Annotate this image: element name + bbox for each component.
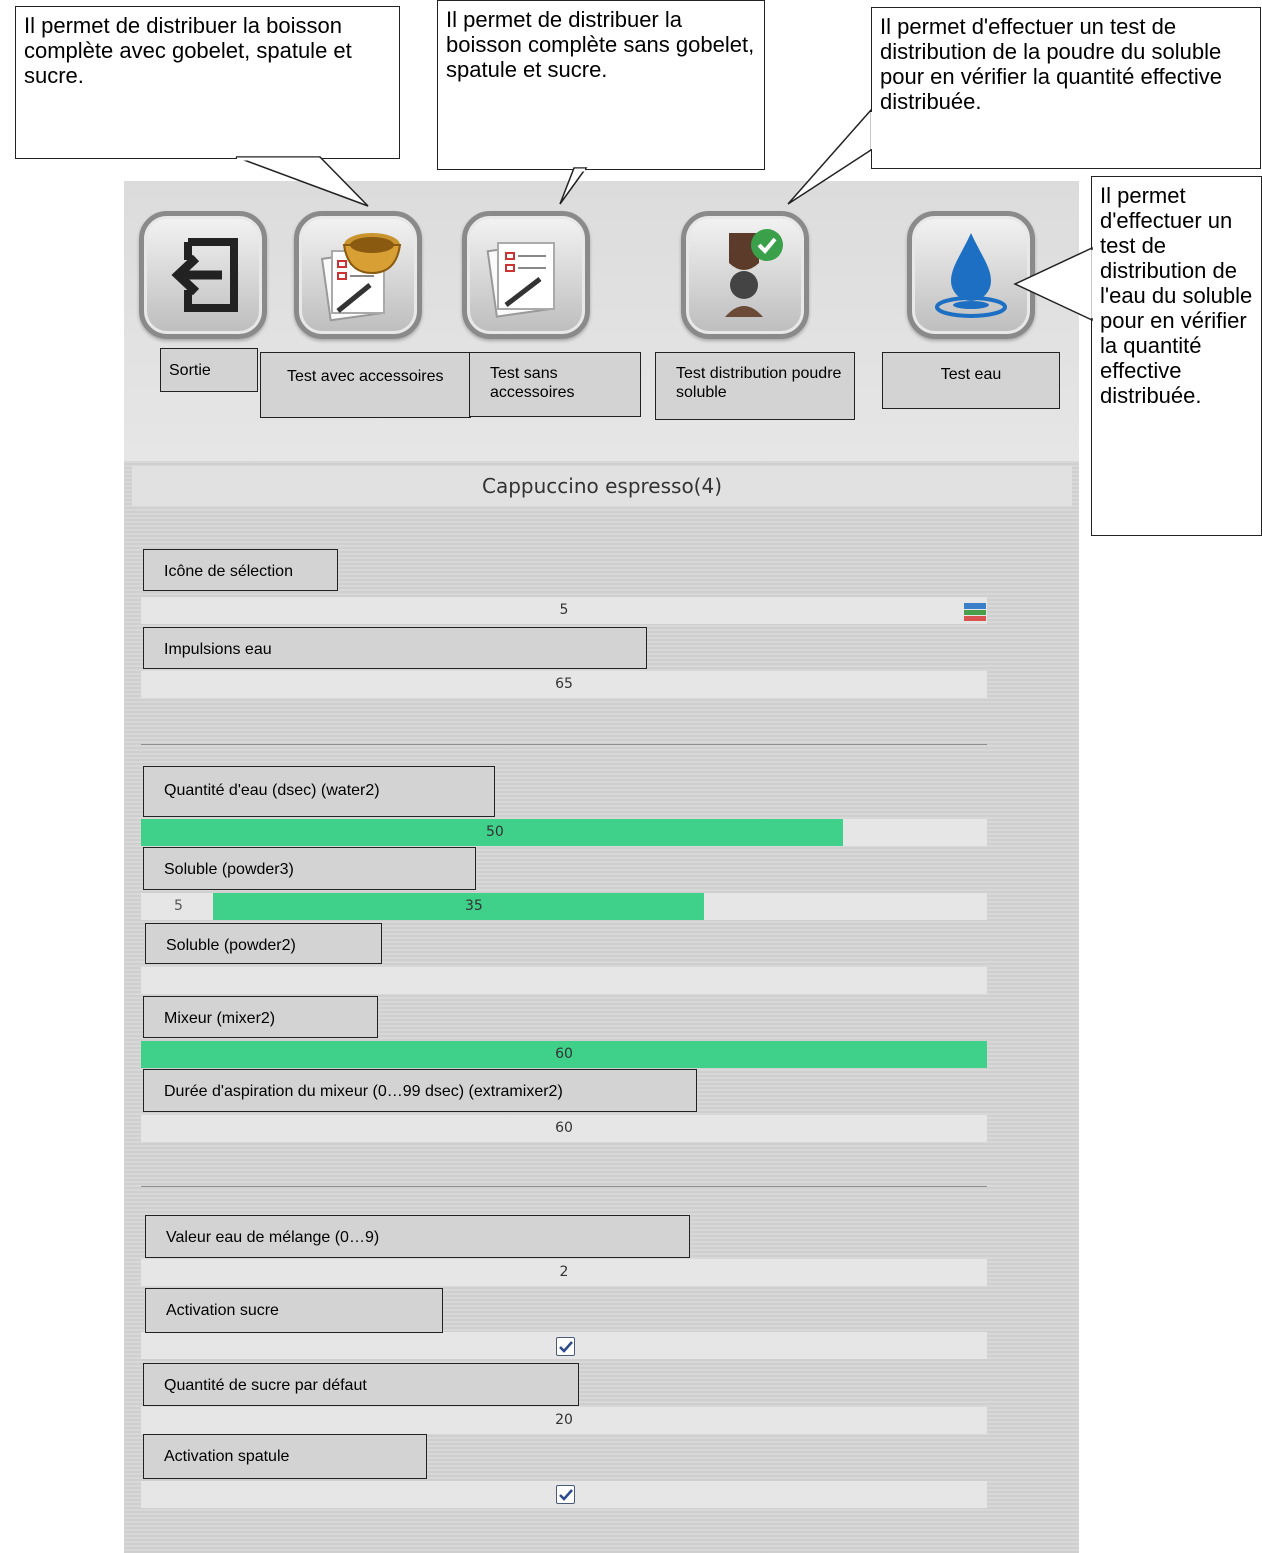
label-water-test: Test eau — [882, 352, 1060, 409]
water-quantity-slider[interactable]: 50 — [141, 819, 987, 846]
exit-icon — [158, 230, 248, 320]
label-water-pulses: Impulsions eau — [143, 627, 647, 669]
divider-2 — [141, 1186, 987, 1187]
powder2-slider[interactable] — [141, 967, 987, 994]
callout-water-test: Il permet d'effectuer un test de distrib… — [1091, 176, 1262, 536]
spatula-activation-checkbox[interactable] — [556, 1485, 575, 1504]
extramixer-value: 60 — [555, 1120, 573, 1136]
test-without-accessories-icon — [476, 225, 576, 325]
test-with-accessories-button[interactable] — [294, 211, 422, 339]
powder3-slider[interactable]: 5 35 — [141, 893, 987, 920]
powder-test-button[interactable] — [681, 211, 809, 339]
label-spatula-activation: Activation spatule — [143, 1434, 427, 1479]
label-icon-selection: Icône de sélection — [143, 549, 338, 591]
callout-powder-test: Il permet d'effectuer un test de distrib… — [871, 7, 1261, 169]
icon-selection-field[interactable]: 5 — [141, 597, 987, 624]
label-test-with-accessories: Test avec accessoires — [260, 352, 471, 418]
water-test-button[interactable] — [907, 211, 1035, 339]
powder-test-icon — [695, 225, 795, 325]
label-mix-water: Valeur eau de mélange (0…9) — [145, 1215, 690, 1258]
extramixer-field[interactable]: 60 — [141, 1115, 987, 1142]
label-powder2: Soluble (powder2) — [145, 923, 382, 964]
label-powder-test: Test distribution poudre soluble — [655, 352, 855, 420]
exit-button[interactable] — [139, 211, 267, 339]
label-mixer: Mixeur (mixer2) — [143, 996, 378, 1038]
test-with-accessories-icon — [308, 225, 408, 325]
mix-water-value: 2 — [559, 1264, 569, 1280]
powder3-value: 35 — [465, 898, 483, 914]
mixer-value: 60 — [555, 1046, 573, 1062]
label-exit: Sortie — [160, 348, 258, 392]
divider-1 — [141, 744, 987, 745]
powder3-start-value: 5 — [174, 898, 183, 914]
water-quantity-value: 50 — [486, 824, 504, 840]
callout-test-with-accessories: Il permet de distribuer la boisson compl… — [15, 6, 400, 159]
mixer-slider[interactable]: 60 — [141, 1041, 987, 1068]
water-pulses-value: 65 — [555, 676, 573, 692]
powder3-fill — [213, 893, 704, 920]
sugar-default-value: 20 — [555, 1412, 573, 1428]
icon-selection-value: 5 — [559, 602, 569, 618]
device-screen: Sortie Test avec accessoires Test sans a… — [124, 181, 1079, 1553]
label-sugar-default: Quantité de sucre par défaut — [143, 1363, 579, 1406]
checkbox-check-icon — [559, 1341, 573, 1353]
label-water-quantity: Quantité d'eau (dsec) (water2) — [143, 766, 495, 817]
sugar-default-field[interactable]: 20 — [141, 1407, 987, 1434]
screen-title: Cappuccino espresso(4) — [132, 466, 1072, 506]
water-pulses-field[interactable]: 65 — [141, 671, 987, 698]
water-drop-icon — [921, 225, 1021, 325]
label-test-without-accessories: Test sans accessoires — [469, 352, 641, 417]
callout-test-without-accessories: Il permet de distribuer la boisson compl… — [437, 0, 765, 170]
mix-water-field[interactable]: 2 — [141, 1259, 987, 1286]
test-without-accessories-button[interactable] — [462, 211, 590, 339]
sugar-activation-checkbox[interactable] — [556, 1337, 575, 1356]
color-stack-icon[interactable] — [964, 601, 986, 623]
label-extramixer: Durée d'aspiration du mixeur (0…99 dsec)… — [143, 1069, 697, 1112]
label-powder3: Soluble (powder3) — [143, 847, 476, 890]
label-sugar-activation: Activation sucre — [145, 1288, 443, 1333]
checkbox-check-icon — [559, 1489, 573, 1501]
